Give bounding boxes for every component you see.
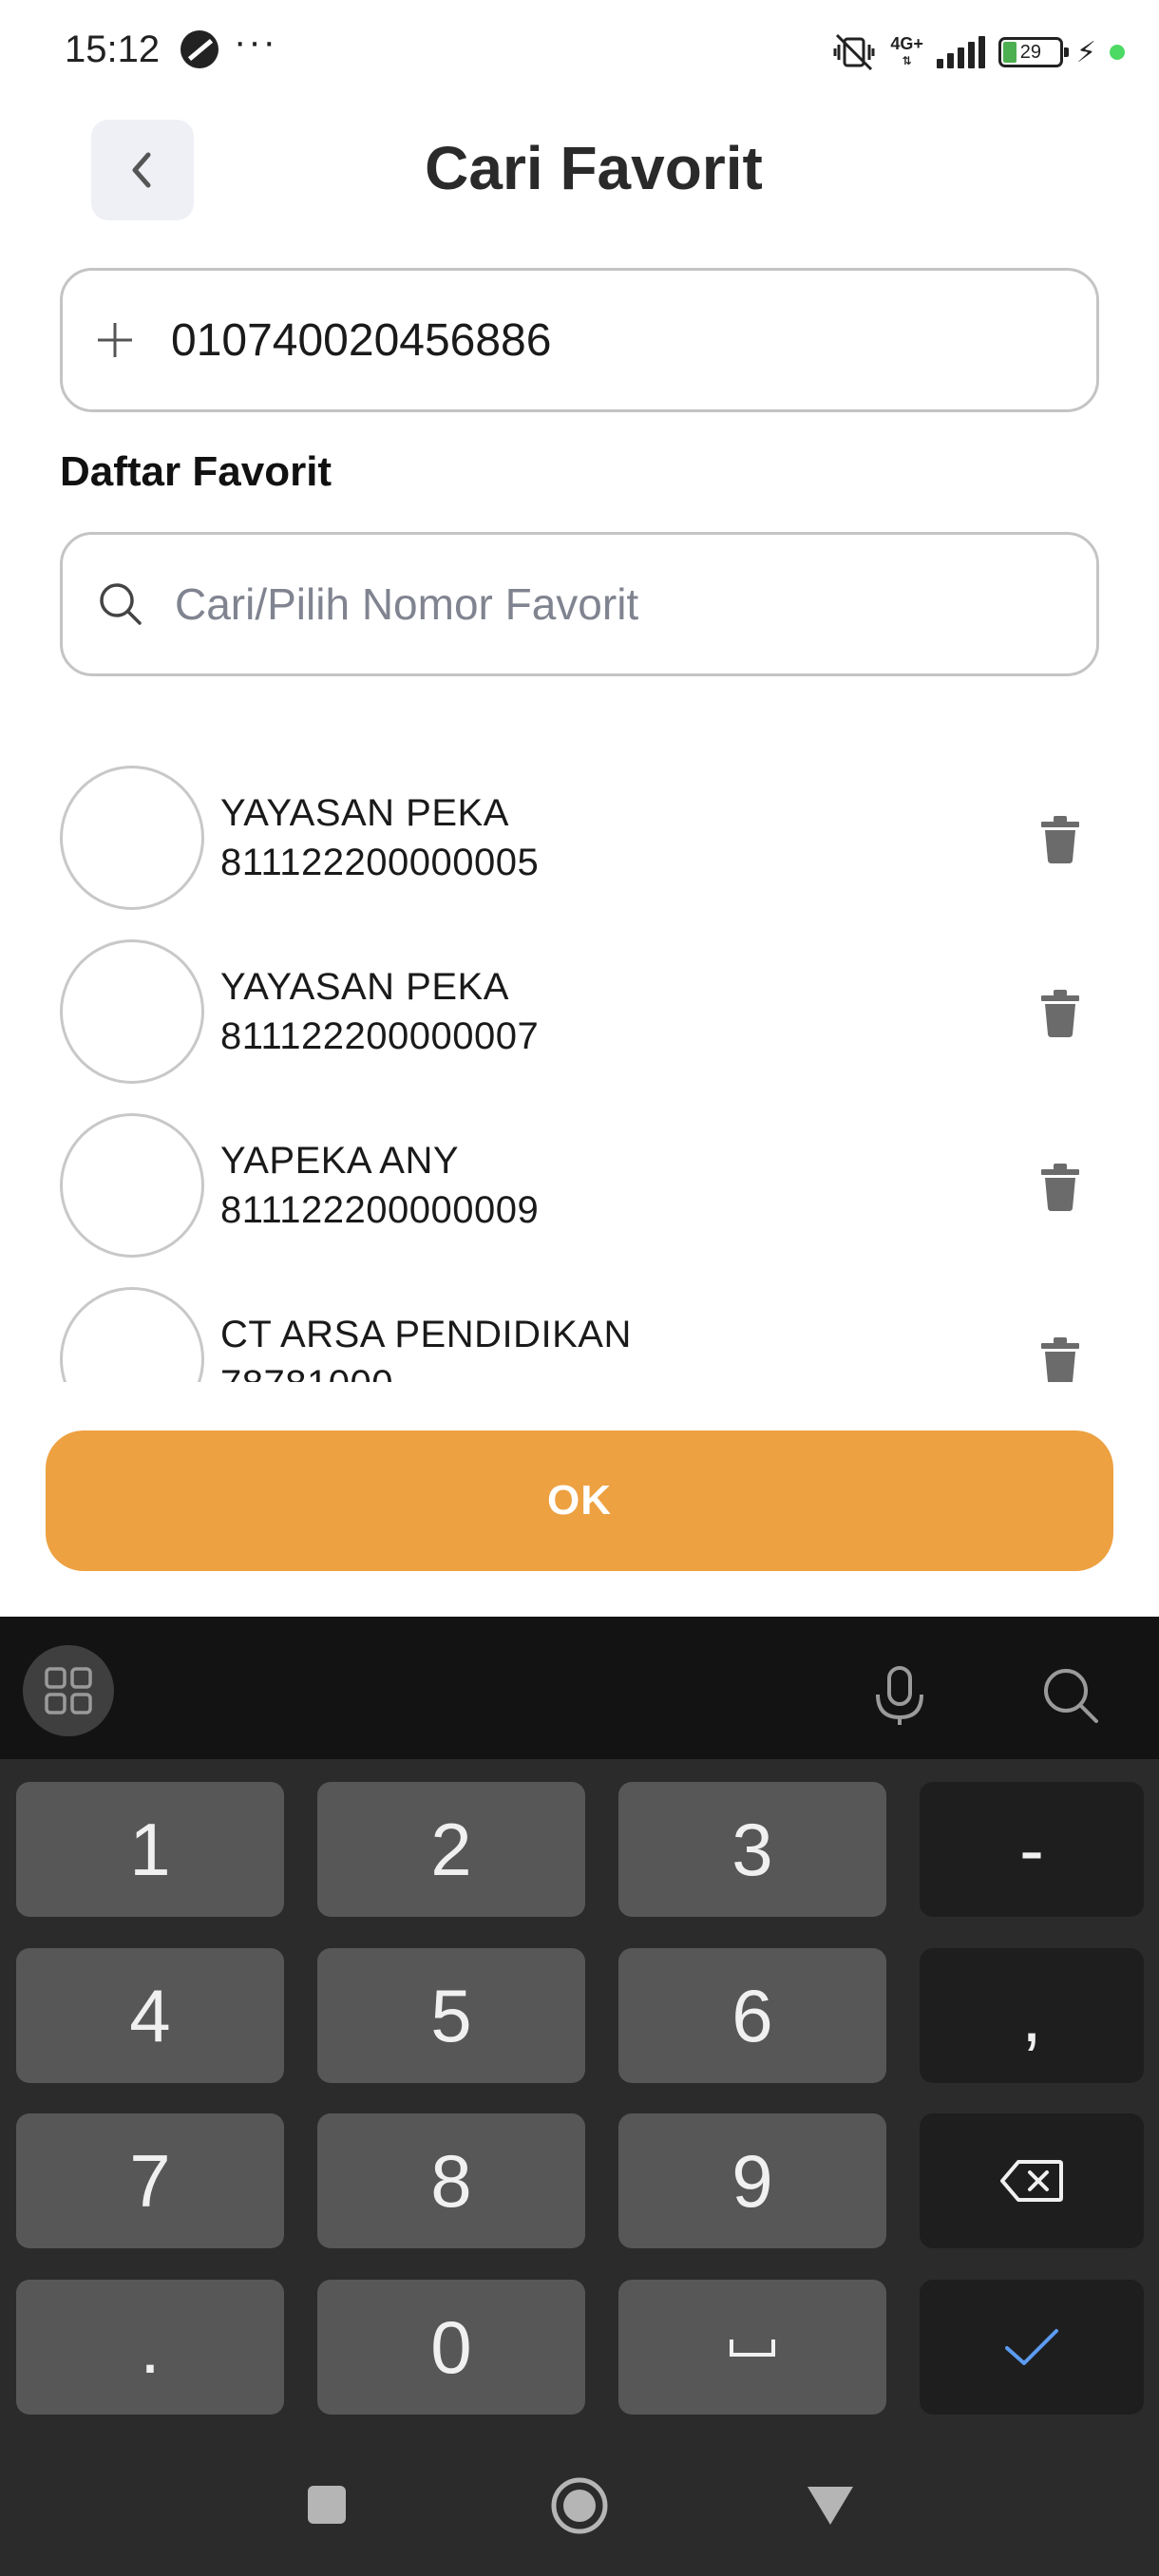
status-bar: 15:12 ··· 4G+ ⇅ 29 ⚡ [0, 0, 1159, 104]
key-1[interactable]: 1 [16, 1782, 284, 1917]
favorite-number: 811122200000005 [220, 842, 540, 883]
favorite-name: YAPEKA ANY [220, 1140, 460, 1182]
avatar [60, 939, 204, 1084]
recent-apps-icon[interactable] [306, 2484, 348, 2526]
key-enter[interactable] [920, 2280, 1144, 2415]
favorite-name: YAYASAN PEKA [220, 966, 509, 1008]
trash-icon[interactable] [1037, 1336, 1083, 1382]
favorite-number: 811122200000007 [220, 1015, 540, 1057]
page-title: Cari Favorit [425, 134, 763, 202]
trash-icon[interactable] [1037, 1163, 1083, 1212]
microphone-icon[interactable] [866, 1662, 933, 1729]
key-6[interactable]: 6 [618, 1948, 886, 2083]
grid-icon [45, 1667, 92, 1714]
system-navigation-bar [0, 2432, 1159, 2576]
more-notifications-icon: ··· [234, 21, 277, 63]
favorites-list[interactable]: YAYASAN PEKA 811122200000005 YAYASAN PEK… [0, 750, 1159, 1382]
favorite-name: YAYASAN PEKA [220, 792, 509, 834]
keyboard-apps-button[interactable] [23, 1645, 114, 1736]
key-5[interactable]: 5 [317, 1948, 585, 2083]
home-icon[interactable] [550, 2476, 609, 2535]
trash-icon[interactable] [1037, 989, 1083, 1038]
key-4[interactable]: 4 [16, 1948, 284, 2083]
key-7[interactable]: 7 [16, 2113, 284, 2248]
key-8[interactable]: 8 [317, 2113, 585, 2248]
avatar [60, 766, 204, 910]
key-period[interactable]: . [16, 2280, 284, 2415]
do-not-disturb-icon [180, 30, 218, 68]
key-comma[interactable]: , [920, 1948, 1144, 2083]
avatar [60, 1113, 204, 1258]
charging-icon: ⚡ [1075, 36, 1096, 68]
favorite-number: 811122200000009 [220, 1189, 540, 1231]
back-triangle-icon[interactable] [806, 2485, 855, 2527]
check-icon [1005, 2329, 1058, 2365]
favorite-number: 78781000 [220, 1363, 393, 1382]
account-number-input[interactable]: 010740020456886 [60, 268, 1099, 412]
key-0[interactable]: 0 [317, 2280, 585, 2415]
account-number-value[interactable]: 010740020456886 [167, 314, 551, 367]
favorite-item[interactable]: YAYASAN PEKA 811122200000007 [0, 924, 1159, 1098]
battery-level: 29 [1019, 42, 1042, 63]
favorite-item[interactable]: CT ARSA PENDIDIKAN 78781000 [0, 1272, 1159, 1382]
battery-icon: 29 [998, 37, 1069, 67]
signal-icon [936, 36, 985, 68]
plus-icon[interactable] [94, 319, 136, 361]
keyboard-search-icon[interactable] [1037, 1662, 1104, 1729]
key-space[interactable] [618, 2280, 886, 2415]
space-icon [730, 2339, 775, 2357]
favorites-search-input[interactable]: Cari/Pilih Nomor Favorit [60, 532, 1099, 676]
favorites-section-label: Daftar Favorit [60, 448, 332, 495]
key-2[interactable]: 2 [317, 1782, 585, 1917]
network-type: 4G+ ⇅ [890, 34, 923, 67]
favorite-name: CT ARSA PENDIDIKAN [220, 1314, 632, 1355]
keyboard-toolbar [0, 1617, 1159, 1759]
status-time: 15:12 [65, 28, 161, 70]
trash-icon[interactable] [1037, 815, 1083, 864]
key-9[interactable]: 9 [618, 2113, 886, 2248]
key-minus[interactable]: - [920, 1782, 1144, 1917]
avatar [60, 1287, 204, 1382]
ok-button[interactable]: OK [46, 1430, 1113, 1571]
key-backspace[interactable] [920, 2113, 1144, 2248]
backspace-icon [1000, 2160, 1063, 2202]
vibrate-mute-icon [833, 33, 875, 71]
favorite-item[interactable]: YAYASAN PEKA 811122200000005 [0, 750, 1159, 924]
search-placeholder[interactable]: Cari/Pilih Nomor Favorit [167, 578, 638, 630]
key-3[interactable]: 3 [618, 1782, 886, 1917]
favorite-item[interactable]: YAPEKA ANY 811122200000009 [0, 1098, 1159, 1272]
search-icon [100, 583, 142, 625]
privacy-indicator-dot [1110, 45, 1125, 60]
